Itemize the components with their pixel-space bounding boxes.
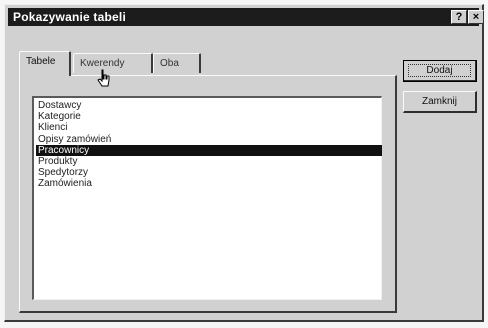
- list-item[interactable]: Kategorie: [36, 111, 382, 122]
- list-item[interactable]: Opisy zamówień: [36, 134, 382, 145]
- list-item[interactable]: Produkty: [36, 156, 382, 167]
- add-button[interactable]: Dodaj: [403, 60, 477, 82]
- focus-ring: [408, 64, 471, 77]
- tab-queries[interactable]: Kwerendy: [73, 53, 153, 73]
- title-bar[interactable]: Pokazywanie tabeli ? ×: [8, 8, 484, 26]
- list-item[interactable]: Spedytorzy: [36, 167, 382, 178]
- mouse-cursor-icon: [97, 69, 110, 87]
- list-item[interactable]: Dostawcy: [36, 100, 382, 111]
- close-icon[interactable]: ×: [468, 10, 484, 24]
- list-item[interactable]: Zamówienia: [36, 178, 382, 189]
- tab-both[interactable]: Oba: [153, 53, 201, 73]
- dialog-title: Pokazywanie tabeli: [13, 10, 126, 24]
- tab-tables[interactable]: Tabele: [19, 51, 71, 76]
- list-item[interactable]: Pracownicy: [36, 144, 382, 156]
- close-button[interactable]: Zamknij: [403, 91, 477, 113]
- tab-panel: Dostawcy Kategorie Klienci Opisy zamówień Pr…: [19, 75, 397, 313]
- table-list[interactable]: Dostawcy Kategorie Klienci Opisy zamówień Pr…: [32, 96, 382, 300]
- show-table-dialog: Pokazywanie tabeli ? × Tabele Kwerendy O…: [4, 4, 484, 322]
- list-item[interactable]: Klienci: [36, 122, 382, 133]
- help-icon[interactable]: ?: [451, 10, 467, 24]
